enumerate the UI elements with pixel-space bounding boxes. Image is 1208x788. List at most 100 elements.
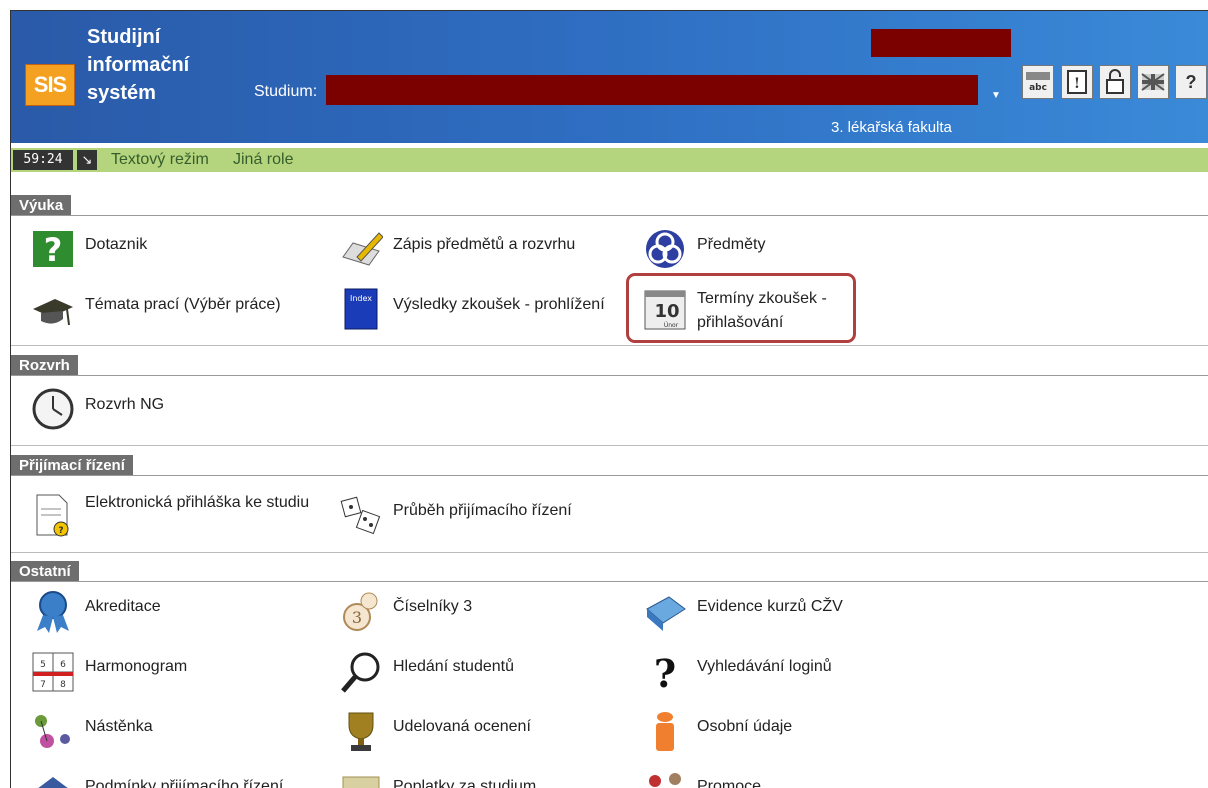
svg-text:?: ?	[58, 526, 63, 536]
redacted-user-name	[871, 29, 1011, 57]
section-title-ostatni: Ostatní	[11, 561, 79, 582]
menu-item-label: Evidence kurzů CŽV	[697, 598, 843, 615]
uk-flag-icon[interactable]	[1137, 65, 1169, 99]
menu-item-label: Harmonogram	[85, 658, 188, 675]
menu-item-osobni-udaje[interactable]: Osobní údaje	[643, 709, 923, 757]
svg-text:?: ?	[654, 651, 676, 693]
menu-item-rozvrh-ng[interactable]: Rozvrh NG	[31, 387, 311, 435]
section-divider	[11, 552, 1208, 553]
menu-item-label: Elektronická přihláška ke studiu	[85, 494, 310, 511]
section-title-rozvrh: Rozvrh	[11, 355, 78, 376]
svg-text:6: 6	[60, 660, 66, 670]
menu-item-prubeh[interactable]: Průběh přijímacího řízení	[339, 493, 639, 541]
fees-icon	[342, 776, 380, 788]
svg-text:8: 8	[60, 680, 66, 690]
section-divider	[11, 345, 1208, 346]
celtic-knot-icon	[646, 230, 684, 268]
question-mark-icon: ?	[654, 651, 676, 693]
studium-select[interactable]	[326, 75, 978, 105]
section-title-vyuka: Výuka	[11, 195, 72, 216]
menu-item-label: Rozvrh NG	[85, 396, 165, 413]
questionnaire-icon: ?	[33, 231, 73, 269]
status-bar: 59:24 ↘ Textový režim Jiná role	[11, 148, 1208, 172]
app-title-line-3: systém	[87, 82, 156, 104]
trophy-icon	[348, 712, 374, 751]
svg-text:!: !	[1074, 76, 1080, 92]
menu-item-label: Zápis předmětů a rozvrhu	[393, 236, 576, 253]
menu-item-predmety[interactable]: Předměty	[643, 227, 843, 275]
menu-item-label: Poplatky za studium	[393, 778, 537, 788]
menu-item-label: Průběh přijímacího řízení	[393, 502, 572, 519]
numbers-icon: 3	[343, 592, 378, 631]
index-book-icon: Index	[344, 288, 378, 330]
svg-text:5: 5	[40, 660, 46, 670]
menu-item-harmonogram[interactable]: 5 6 7 8 Harmonogram	[31, 649, 311, 697]
conditions-icon	[38, 777, 68, 788]
menu-item-label: Osobní údaje	[697, 718, 793, 735]
svg-text:3: 3	[352, 608, 362, 627]
other-role-link[interactable]: Jiná role	[233, 151, 293, 169]
section-divider	[11, 215, 1208, 216]
calendar-grid-icon: 5 6 7 8	[32, 652, 74, 692]
question-icon[interactable]: ?	[1175, 65, 1207, 99]
menu-item-label: Výsledky zkoušek - prohlížení	[393, 296, 605, 313]
menu-item-evidence-kurzu[interactable]: Evidence kurzů CŽV	[643, 589, 923, 637]
app-title-line-1: Studijní	[87, 26, 161, 48]
section-divider	[11, 581, 1208, 582]
highlight-outline	[626, 273, 856, 343]
menu-item-label: Předměty	[697, 236, 766, 253]
pins-icon	[35, 715, 70, 748]
app-title-line-2: informační	[87, 54, 190, 76]
menu-item-temata-praci[interactable]: Témata prací (Výběr práce)	[31, 287, 331, 335]
menu-item-podminky[interactable]: Podmínky přijímacího řízení	[31, 769, 331, 788]
session-timer: 59:24	[13, 150, 73, 170]
menu-item-vyhledavani-loginu[interactable]: ? Vyhledávání loginů	[643, 649, 923, 697]
dice-icon	[340, 496, 381, 535]
abc-dictionary-icon[interactable]: abc	[1022, 65, 1054, 99]
menu-item-promoce[interactable]: Promoce	[643, 769, 923, 788]
menu-item-label: Promoce	[697, 778, 762, 788]
header-banner: SIS Studijní informační systém Studium: …	[11, 11, 1208, 143]
app-title: Studijní informační systém	[87, 23, 189, 107]
pencil-enrollment-icon	[342, 232, 383, 266]
svg-text:7: 7	[40, 680, 46, 690]
arrow-down-right-icon[interactable]: ↘	[77, 150, 97, 170]
menu-item-label: Udelovaná ocenení	[393, 718, 531, 735]
menu-item-label: Podmínky přijímacího řízení	[85, 778, 284, 788]
header-divider	[11, 143, 1208, 146]
clock-icon	[32, 388, 74, 430]
chevron-down-icon[interactable]: ▼	[991, 90, 1001, 101]
menu-item-label: Nástěnka	[85, 718, 153, 735]
menu-item-label: Témata prací (Výběr práce)	[85, 296, 281, 313]
menu-item-label: Číselníky 3	[393, 598, 473, 615]
application-form-icon: ?	[36, 494, 69, 537]
help-document-icon[interactable]: !	[1061, 65, 1093, 99]
menu-item-poplatky[interactable]: Poplatky za studium	[339, 769, 639, 788]
faculty-name: 3. lékařská fakulta	[831, 119, 952, 136]
svg-text:Index: Index	[350, 294, 372, 303]
ribbon-award-icon	[37, 591, 69, 633]
lock-icon[interactable]	[1099, 65, 1131, 99]
section-divider	[11, 375, 1208, 376]
menu-item-zapis[interactable]: Zápis předmětů a rozvrhu	[339, 227, 619, 275]
menu-item-prihlaska[interactable]: ? Elektronická přihláška ke studiu	[31, 493, 331, 541]
menu-item-oceneni[interactable]: Udelovaná ocenení	[339, 709, 619, 757]
menu-item-dotaznik[interactable]: ? Dotaznik	[31, 227, 311, 275]
menu-item-label: Vyhledávání loginů	[697, 658, 832, 675]
menu-item-akreditace[interactable]: Akreditace	[31, 589, 311, 637]
book-register-icon	[646, 596, 686, 631]
graduation-icon	[649, 773, 681, 787]
menu-item-hledani-studentu[interactable]: Hledání studentů	[339, 649, 619, 697]
svg-text:abc: abc	[1029, 83, 1047, 93]
menu-item-label: Hledání studentů	[393, 658, 514, 675]
section-divider	[11, 475, 1208, 476]
magnifier-icon	[341, 652, 380, 693]
menu-item-ciselniky[interactable]: 3 Číselníky 3	[339, 589, 619, 637]
menu-item-nastenka[interactable]: Nástěnka	[31, 709, 311, 757]
menu-item-label: Dotaznik	[85, 236, 148, 253]
menu-item-vysledky[interactable]: Index Výsledky zkoušek - prohlížení	[339, 287, 629, 335]
text-mode-link[interactable]: Textový režim	[111, 151, 209, 169]
graduation-cap-icon	[33, 299, 73, 326]
section-divider	[11, 445, 1208, 446]
sis-logo[interactable]: SIS	[25, 64, 75, 106]
